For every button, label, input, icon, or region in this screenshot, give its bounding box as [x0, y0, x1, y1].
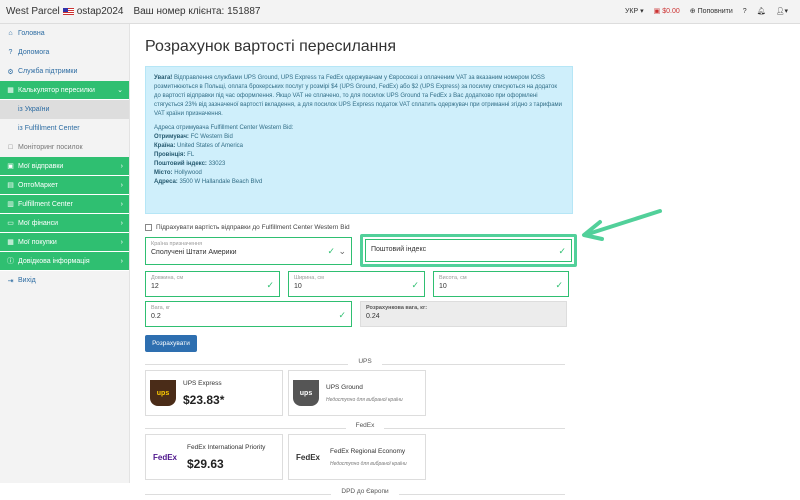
zip-highlight: Поштовий індекс ✓: [360, 234, 577, 267]
sidebar-item-logout[interactable]: ⇥ Вихід: [0, 271, 129, 290]
brand[interactable]: West Parcel ostap2024: [6, 6, 123, 17]
wallet-icon: ▣: [653, 8, 661, 15]
check-icon: ✓: [555, 280, 563, 290]
wallet-icon: ▭: [7, 220, 14, 227]
sidebar-item-monitoring[interactable]: □ Моніторинг посилок: [0, 138, 129, 157]
sidebar-item-fulfillment[interactable]: ▥ Fulfillment Center ›: [0, 195, 129, 214]
calculator-icon: ▦: [7, 87, 14, 94]
main-content: Розрахунок вартості пересилання Увага! В…: [145, 24, 585, 500]
height-input[interactable]: Висота, см 10 ✓: [433, 271, 569, 297]
sidebar-item-purchases[interactable]: ▦ Мої покупки ›: [0, 233, 129, 252]
carrier-card-fedex-economy[interactable]: FedEx FedEx Regional Economy Недоступно …: [288, 434, 426, 480]
arrow-icon: [582, 209, 662, 241]
user-menu[interactable]: 👤︎▾: [776, 7, 788, 15]
language-select[interactable]: УКР ▾: [625, 7, 644, 15]
address-zip: Поштовий індекс: 33023: [154, 161, 226, 167]
section-fedex: FedEx: [145, 422, 585, 434]
fedex-logo-icon: FedEx: [150, 444, 180, 470]
carrier-card-fedex-priority[interactable]: FedEx FedEx International Priority $29.6…: [145, 434, 283, 480]
bell-icon[interactable]: 🔔︎: [757, 7, 766, 15]
chevron-right-icon: ›: [120, 200, 123, 208]
check-icon: ✓: [327, 245, 335, 256]
fedex-logo-icon: FedEx: [293, 444, 323, 470]
info-icon: ⓘ: [7, 258, 14, 265]
address-city: Місто: Hollywood: [154, 170, 202, 176]
topup-button[interactable]: ⊕ Поповнити: [690, 7, 733, 15]
chevron-right-icon: ›: [120, 162, 123, 170]
monitor-icon: □: [8, 144, 13, 151]
country-select[interactable]: Країна призначення Сполучені Штати Амери…: [145, 236, 352, 265]
check-icon: ✓: [411, 280, 419, 290]
carrier-card-ups-ground[interactable]: ups UPS Ground Недоступно для вибраної к…: [288, 370, 426, 416]
sidebar-item-from-ukraine[interactable]: із України: [0, 100, 129, 119]
home-icon: ⌂: [8, 30, 13, 37]
box-icon: ▣: [7, 163, 14, 170]
sidebar-item-finances[interactable]: ▭ Мої фінанси ›: [0, 214, 129, 233]
check-icon: ✓: [558, 246, 566, 256]
chevron-right-icon: ›: [120, 181, 123, 189]
chevron-right-icon: ›: [120, 257, 123, 265]
chevron-down-icon: ⌄: [338, 245, 346, 256]
top-bar: West Parcel ostap2024 Ваш номер клієнта:…: [0, 0, 800, 24]
width-input[interactable]: Ширина, см 10 ✓: [288, 271, 425, 297]
sidebar-item-from-fulfillment[interactable]: із Fulfillment Center: [0, 119, 129, 138]
address-province: Провінція: FL: [154, 152, 195, 158]
warning-text: Увага! Відправлення службами UPS Ground,…: [154, 75, 563, 117]
calculate-button[interactable]: Розрахувати: [145, 335, 197, 352]
price: $23.83*: [183, 392, 225, 407]
sidebar-item-support[interactable]: ⚙ Служба підтримки: [0, 62, 129, 81]
price: $29.63: [187, 456, 224, 471]
info-alert: Увага! Відправлення службами UPS Ground,…: [145, 66, 573, 214]
unavailable-note: Недоступно для вибраної країни: [330, 460, 407, 467]
logout-icon: ⇥: [7, 277, 14, 285]
help-button[interactable]: ?: [743, 8, 747, 15]
checkbox-icon[interactable]: [145, 224, 152, 231]
user-icon: 👤︎: [775, 8, 785, 15]
address-title: Адреса отримувача Fulfillment Center Wes…: [154, 125, 294, 131]
balance[interactable]: ▣ $0.00: [654, 7, 680, 15]
plus-icon: ⊕: [689, 8, 696, 15]
zip-input[interactable]: Поштовий індекс ✓: [365, 239, 572, 262]
us-flag-icon: [62, 8, 74, 15]
fulfillment-checkbox[interactable]: Підрахувати вартість відправки до Fulfil…: [145, 224, 585, 231]
sidebar-item-optomarket[interactable]: ▤ ОптоМаркет ›: [0, 176, 129, 195]
sidebar-item-shipments[interactable]: ▣ Мої відправки ›: [0, 157, 129, 176]
unavailable-note: Недоступно для вибраної країни: [326, 396, 403, 403]
shopping-icon: ▦: [7, 239, 14, 246]
check-icon: ✓: [338, 310, 346, 320]
sidebar: ⌂ Головна ? Допомога ⚙ Служба підтримки ▦ Ка…: [0, 24, 130, 483]
ups-logo-icon: ups: [293, 380, 319, 406]
warehouse-icon: ▥: [7, 201, 14, 208]
chevron-right-icon: ›: [120, 238, 123, 246]
sidebar-item-help[interactable]: ? Допомога: [0, 43, 129, 62]
address-country: Країна: United States of America: [154, 143, 244, 149]
question-icon: ?: [8, 49, 13, 56]
section-dpd: DPD до Європи: [145, 488, 585, 500]
cart-icon: ▤: [7, 182, 14, 189]
weight-input[interactable]: Вага, кг 0.2 ✓: [145, 301, 352, 327]
check-icon: ✓: [266, 280, 274, 290]
support-icon: ⚙: [7, 68, 14, 76]
chevron-down-icon: ⌄: [117, 87, 123, 94]
carrier-card-ups-express[interactable]: ups UPS Express $23.83*: [145, 370, 283, 416]
address-recipient: Отримувач: FC Western Bid: [154, 134, 233, 140]
sidebar-item-calculator[interactable]: ▦ Калькулятор пересилки ⌄: [0, 81, 129, 100]
chevron-right-icon: ›: [120, 219, 123, 227]
brand-name: West Parcel: [6, 6, 60, 17]
client-number: Ваш номер клієнта: 151887: [133, 6, 261, 17]
sidebar-item-home[interactable]: ⌂ Головна: [0, 24, 129, 43]
address-street: Адреса: 3500 W Hallandale Beach Blvd: [154, 179, 263, 185]
ups-logo-icon: ups: [150, 380, 176, 406]
length-input[interactable]: Довжина, см 12 ✓: [145, 271, 280, 297]
calc-weight-field: Розрахункова вага, кг: 0.24: [360, 301, 567, 327]
section-ups: UPS: [145, 358, 585, 370]
page-title: Розрахунок вартості пересилання: [145, 38, 397, 55]
sidebar-item-reference[interactable]: ⓘ Довідкова інформація ›: [0, 252, 129, 271]
username: ostap2024: [76, 6, 124, 17]
